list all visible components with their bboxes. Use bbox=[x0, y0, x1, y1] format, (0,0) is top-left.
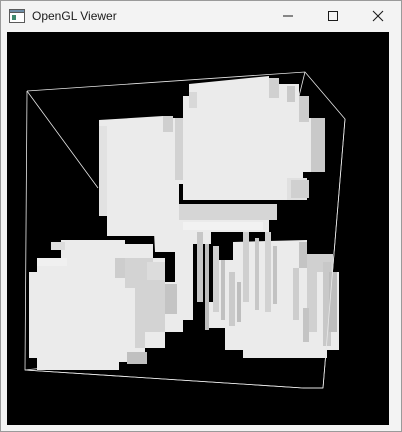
voxel-blob-right bbox=[207, 232, 339, 358]
maximize-icon bbox=[328, 11, 338, 21]
close-icon bbox=[372, 10, 384, 22]
minimize-icon bbox=[283, 15, 293, 17]
window-title: OpenGL Viewer bbox=[32, 9, 117, 23]
close-button[interactable] bbox=[355, 1, 401, 31]
title-bar[interactable]: OpenGL Viewer bbox=[1, 1, 401, 31]
voxel-blob-left bbox=[29, 240, 183, 370]
voxel-render bbox=[24, 71, 346, 389]
app-window: OpenGL Viewer bbox=[0, 0, 402, 432]
minimize-button[interactable] bbox=[265, 1, 311, 31]
maximize-button[interactable] bbox=[310, 1, 356, 31]
app-icon bbox=[9, 9, 25, 23]
opengl-viewport[interactable] bbox=[7, 32, 389, 425]
